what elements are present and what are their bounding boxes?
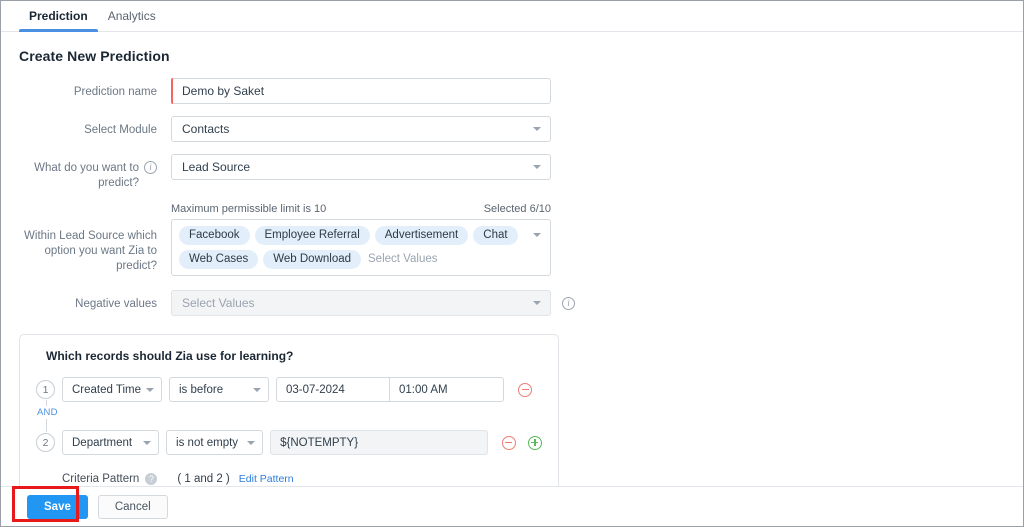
chevron-down-icon bbox=[533, 127, 541, 131]
minus-circle-icon[interactable] bbox=[501, 435, 516, 450]
criteria-card: Which records should Zia use for learnin… bbox=[19, 334, 559, 486]
info-icon[interactable]: i bbox=[562, 297, 575, 310]
prediction-name-label: Prediction name bbox=[1, 78, 171, 100]
footer-bar: Save Cancel bbox=[1, 486, 1023, 526]
select-module-field-wrap: Contacts bbox=[171, 116, 551, 142]
criteria-row-number: 2 bbox=[36, 433, 55, 452]
negative-values-label-text: Negative values bbox=[75, 298, 157, 310]
criteria-condition-dropdown[interactable]: is not empty bbox=[166, 430, 264, 455]
form-row-options: Within Lead Source which option you want… bbox=[1, 203, 1023, 276]
criteria-field-dropdown[interactable]: Created Time bbox=[62, 377, 162, 402]
criteria-date-value: 03-07-2024 bbox=[286, 383, 345, 396]
negative-values-placeholder: Select Values bbox=[182, 296, 255, 310]
criteria-row: 2 Department is not empty ${NOTEMPTY} bbox=[36, 430, 542, 455]
option-pill[interactable]: Web Download bbox=[263, 250, 362, 269]
page-content: Create New Prediction Prediction name De… bbox=[1, 32, 1023, 486]
chevron-down-icon bbox=[146, 387, 154, 392]
prediction-name-value: Demo by Saket bbox=[182, 84, 265, 98]
minus-circle-icon[interactable] bbox=[518, 382, 532, 397]
options-placeholder: Select Values bbox=[368, 253, 438, 265]
options-label-text: Within Lead Source which option you want… bbox=[24, 230, 157, 272]
criteria-field-dropdown[interactable]: Department bbox=[62, 430, 160, 455]
tab-bar: Prediction Analytics bbox=[1, 1, 1023, 32]
criteria-condition-dropdown[interactable]: is before bbox=[169, 377, 269, 402]
chevron-down-icon bbox=[253, 387, 261, 392]
options-multiselect[interactable]: Facebook Employee Referral Advertisement… bbox=[171, 219, 551, 276]
save-button[interactable]: Save bbox=[27, 494, 88, 519]
page-title: Create New Prediction bbox=[19, 48, 170, 64]
predict-field-label-text: What do you want to predict? bbox=[34, 162, 139, 189]
predict-field-label: What do you want to predict? i bbox=[1, 154, 171, 191]
option-pill[interactable]: Employee Referral bbox=[254, 226, 370, 245]
option-pill[interactable]: Facebook bbox=[179, 226, 250, 245]
criteria-value-group: 03-07-2024 01:00 AM bbox=[276, 377, 504, 402]
select-module-label-text: Select Module bbox=[84, 124, 157, 136]
save-button-label: Save bbox=[44, 500, 71, 513]
select-module-value: Contacts bbox=[182, 122, 230, 136]
prediction-name-field-wrap: Demo by Saket bbox=[171, 78, 551, 104]
select-module-dropdown[interactable]: Contacts bbox=[171, 116, 551, 142]
prediction-name-input[interactable]: Demo by Saket bbox=[171, 78, 551, 104]
negative-values-field-wrap: Select Values i bbox=[171, 290, 575, 316]
criteria-field-value: Department bbox=[72, 436, 133, 449]
prediction-name-label-text: Prediction name bbox=[73, 86, 157, 98]
criteria-pattern-expression: ( 1 and 2 ) bbox=[177, 473, 230, 485]
form-row-select-module: Select Module Contacts bbox=[1, 116, 1023, 142]
options-field-wrap: Maximum permissible limit is 10 Selected… bbox=[171, 203, 551, 276]
prediction-form: Prediction name Demo by Saket Select Mod… bbox=[1, 78, 1023, 316]
chevron-down-icon bbox=[143, 440, 152, 445]
criteria-connector: AND bbox=[36, 400, 542, 432]
form-row-negative-values: Negative values Select Values i bbox=[1, 290, 1023, 316]
criteria-field-value: Created Time bbox=[72, 383, 142, 396]
criteria-time-input[interactable]: 01:00 AM bbox=[390, 378, 503, 401]
negative-values-label: Negative values bbox=[1, 290, 171, 312]
options-label: Within Lead Source which option you want… bbox=[1, 203, 171, 274]
chevron-down-icon bbox=[247, 440, 256, 445]
form-row-predict-field: What do you want to predict? i Lead Sour… bbox=[1, 154, 1023, 191]
help-icon[interactable]: ? bbox=[145, 473, 158, 485]
select-module-label: Select Module bbox=[1, 116, 171, 138]
tab-prediction[interactable]: Prediction bbox=[19, 1, 98, 32]
option-pill[interactable]: Chat bbox=[473, 226, 518, 245]
predict-field-dropdown[interactable]: Lead Source bbox=[171, 154, 551, 180]
cancel-button[interactable]: Cancel bbox=[97, 494, 168, 519]
option-pill[interactable]: Advertisement bbox=[374, 226, 469, 245]
chevron-down-icon bbox=[533, 165, 541, 169]
criteria-value-input: ${NOTEMPTY} bbox=[270, 430, 488, 455]
criteria-time-value: 01:00 AM bbox=[399, 383, 448, 396]
criteria-value-text: ${NOTEMPTY} bbox=[280, 436, 359, 449]
plus-circle-icon[interactable] bbox=[527, 435, 542, 450]
criteria-row: 1 Created Time is before 03-07-2024 01:0… bbox=[36, 377, 542, 402]
chevron-down-icon bbox=[533, 301, 541, 305]
options-hint-line: Maximum permissible limit is 10 Selected… bbox=[171, 203, 551, 215]
tab-analytics-label: Analytics bbox=[107, 9, 156, 23]
options-hint-right: Selected 6/10 bbox=[483, 203, 551, 215]
predict-field-wrap: Lead Source bbox=[171, 154, 551, 180]
criteria-row-number: 1 bbox=[36, 380, 55, 399]
criteria-condition-value: is before bbox=[179, 383, 224, 396]
info-icon[interactable]: i bbox=[144, 161, 157, 174]
criteria-pattern-label: Criteria Pattern bbox=[62, 473, 140, 485]
criteria-title: Which records should Zia use for learnin… bbox=[46, 349, 294, 363]
chevron-down-icon[interactable] bbox=[533, 233, 541, 237]
option-pill[interactable]: Web Cases bbox=[179, 250, 259, 269]
options-hint-left: Maximum permissible limit is 10 bbox=[171, 203, 327, 215]
form-row-prediction-name: Prediction name Demo by Saket bbox=[1, 78, 1023, 104]
criteria-condition-value: is not empty bbox=[176, 436, 239, 449]
criteria-pattern-row: Criteria Pattern ? ( 1 and 2 ) Edit Patt… bbox=[36, 473, 542, 485]
edit-pattern-link[interactable]: Edit Pattern bbox=[239, 473, 294, 485]
tab-prediction-label: Prediction bbox=[29, 9, 88, 23]
negative-values-dropdown[interactable]: Select Values bbox=[171, 290, 551, 316]
criteria-date-input[interactable]: 03-07-2024 bbox=[277, 378, 390, 401]
tab-analytics[interactable]: Analytics bbox=[98, 1, 166, 31]
connector-label[interactable]: AND bbox=[37, 406, 58, 419]
predict-field-value: Lead Source bbox=[182, 160, 251, 174]
application-frame: Prediction Analytics Create New Predicti… bbox=[0, 0, 1024, 527]
cancel-button-label: Cancel bbox=[114, 500, 151, 513]
